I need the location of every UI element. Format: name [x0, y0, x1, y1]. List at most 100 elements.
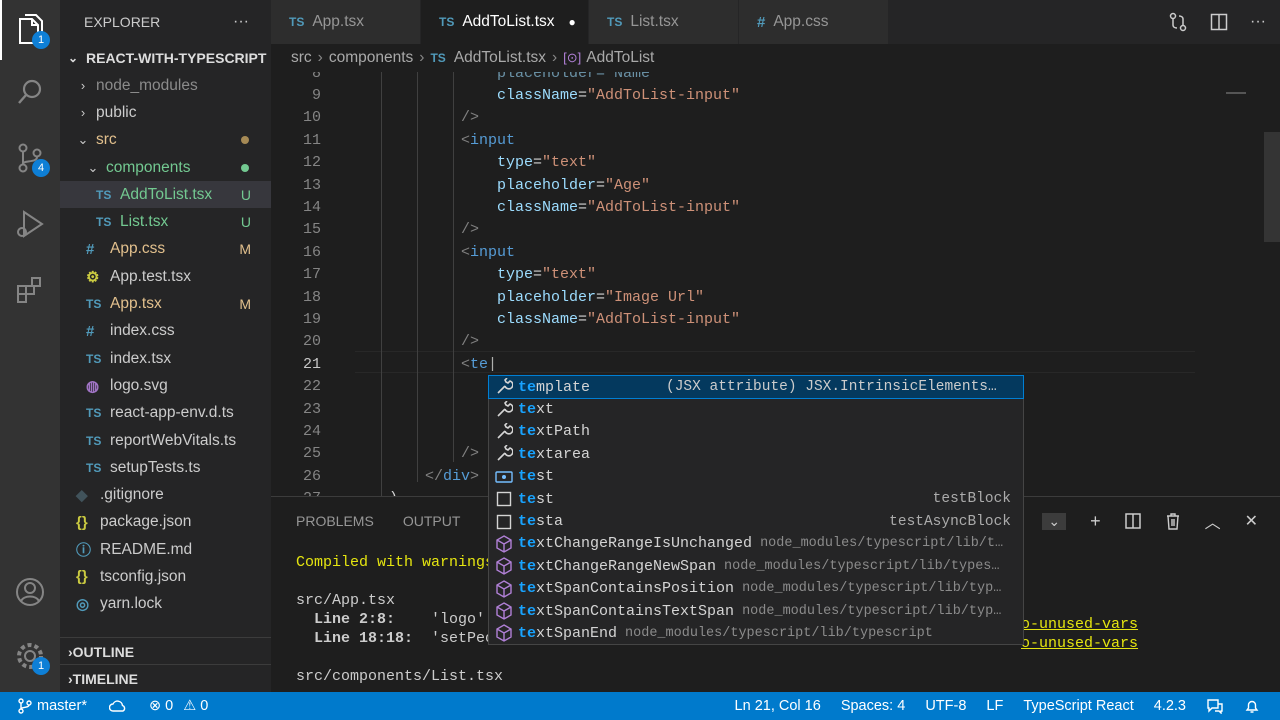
trash-icon[interactable]: [1165, 512, 1181, 530]
terminal-warning-line: Compiled with warnings: [296, 554, 495, 571]
tab-app-tsx[interactable]: TS App.tsx: [271, 0, 421, 44]
split-editor-icon[interactable]: [1210, 13, 1228, 31]
suggestion-item[interactable]: test: [489, 466, 1023, 488]
label-rest: sta: [536, 513, 564, 531]
close-panel-icon[interactable]: ✕: [1245, 511, 1258, 531]
tree-item[interactable]: ◍ logo.svg: [60, 372, 271, 399]
suggestion-item[interactable]: template (JSX attribute) JSX.IntrinsicEle…: [488, 374, 1024, 400]
tree-item[interactable]: ◎ yarn.lock: [60, 591, 271, 618]
explorer-badge: 1: [32, 31, 50, 49]
suggestion-item[interactable]: text: [489, 398, 1023, 420]
indentation[interactable]: Spaces: 4: [841, 698, 906, 714]
more-actions-icon[interactable]: ···: [233, 13, 249, 31]
split-terminal-icon[interactable]: [1124, 513, 1141, 529]
search-activity[interactable]: [0, 62, 60, 122]
tree-item[interactable]: # index.css: [60, 318, 271, 345]
property-wrench-icon: [493, 422, 515, 442]
breadcrumb-file[interactable]: AddToList.tsx: [454, 49, 546, 67]
sync-cloud-icon[interactable]: [108, 699, 127, 713]
terminal-dropdown-icon[interactable]: ⌄: [1042, 512, 1067, 530]
tree-item[interactable]: TS index.tsx: [60, 345, 271, 372]
terminal-msg: 'logo': [395, 611, 486, 628]
property-wrench-icon: [493, 400, 515, 420]
suggest-widget: template (JSX attribute) JSX.IntrinsicEle…: [488, 374, 1024, 645]
tree-item[interactable]: ⌄ src: [60, 127, 271, 154]
tree-item[interactable]: TS setupTests.ts: [60, 454, 271, 481]
tree-item[interactable]: › public: [60, 99, 271, 126]
tab-addtolist-tsx[interactable]: TS AddToList.tsx ●: [421, 0, 589, 44]
code-token: "Age": [605, 176, 651, 194]
match-highlight: te: [518, 535, 537, 553]
tree-item-label: components: [106, 158, 191, 176]
run-debug-icon: [17, 210, 44, 238]
suggestion-item[interactable]: textSpanEnd node_modules/typescript/lib/t…: [489, 622, 1023, 644]
suggestion-item[interactable]: testa testAsyncBlock: [489, 510, 1023, 532]
new-terminal-icon[interactable]: +: [1090, 511, 1101, 532]
encoding[interactable]: UTF-8: [925, 698, 966, 714]
account-icon: [16, 578, 44, 606]
suggestion-item[interactable]: textPath: [489, 421, 1023, 443]
tree-item[interactable]: ⌄ components: [60, 154, 271, 181]
editor-scrollbar[interactable]: [1264, 132, 1280, 242]
tab-problems[interactable]: PROBLEMS: [296, 513, 374, 529]
line-number: 11: [302, 131, 321, 149]
tree-item[interactable]: TS AddToList.tsx U: [60, 181, 271, 209]
ts-version[interactable]: 4.2.3: [1154, 698, 1186, 714]
extensions-activity[interactable]: [0, 260, 60, 320]
feedback-icon[interactable]: [1206, 698, 1224, 714]
suggestion-item[interactable]: textarea: [489, 443, 1023, 465]
end-of-line[interactable]: LF: [986, 698, 1003, 714]
language-mode[interactable]: TypeScript React: [1023, 698, 1133, 714]
breadcrumb-src[interactable]: src: [291, 49, 312, 67]
suggestion-detail: node_modules/typescript/lib/typ…: [742, 581, 1002, 597]
tree-item[interactable]: ◆ .gitignore: [60, 481, 271, 508]
tree-item[interactable]: TS List.tsx U: [60, 208, 271, 235]
source-control-activity[interactable]: 4: [0, 128, 60, 188]
tree-item[interactable]: TS reportWebVitals.ts: [60, 427, 271, 454]
compare-changes-icon[interactable]: [1168, 12, 1188, 32]
suggestion-item[interactable]: test testBlock: [489, 488, 1023, 510]
tree-item[interactable]: # App.css M: [60, 236, 271, 263]
outline-section[interactable]: › OUTLINE: [60, 637, 271, 665]
run-debug-activity[interactable]: [0, 194, 60, 254]
suggestion-item[interactable]: textSpanContainsTextSpan node_modules/typ…: [489, 600, 1023, 622]
code-token: <: [461, 355, 471, 373]
eslint-rule-link[interactable]: o-unused-vars: [1021, 615, 1138, 634]
terminal-output[interactable]: Compiled with warnings src/App.tsx Line …: [296, 553, 503, 686]
tree-item[interactable]: {} package.json: [60, 509, 271, 536]
code-token: =: [596, 288, 606, 306]
chevron-down-icon: ⌄: [68, 51, 79, 65]
accounts-activity[interactable]: [0, 562, 60, 622]
suggestion-item[interactable]: textSpanContainsPosition node_modules/typ…: [489, 578, 1023, 600]
line-number: 22: [302, 378, 321, 396]
explorer-activity[interactable]: 1: [0, 0, 60, 60]
suggestion-item[interactable]: textChangeRangeIsUnchanged node_modules/t…: [489, 533, 1023, 555]
tree-item[interactable]: ⓘ README.md: [60, 536, 271, 563]
suggestion-item[interactable]: textChangeRangeNewSpan node_modules/types…: [489, 555, 1023, 577]
editor-more-icon[interactable]: ···: [1250, 13, 1266, 31]
tab-app-css[interactable]: # App.css: [739, 0, 889, 44]
tree-item[interactable]: TS App.tsx M: [60, 290, 271, 317]
cursor-position[interactable]: Ln 21, Col 16: [735, 698, 821, 714]
tree-item[interactable]: ⚙ App.test.tsx: [60, 263, 271, 290]
manage-activity[interactable]: 1: [0, 626, 60, 686]
problems-indicator[interactable]: ⊗ 0 ⚠ 0: [149, 698, 208, 714]
tree-item[interactable]: TS react-app-env.d.ts: [60, 400, 271, 427]
explorer-title: EXPLORER: [84, 14, 161, 30]
tab-list-tsx[interactable]: TS List.tsx: [589, 0, 739, 44]
tree-item[interactable]: › node_modules: [60, 72, 271, 99]
tree-item[interactable]: {} tsconfig.json: [60, 563, 271, 590]
modified-dot-icon[interactable]: ●: [569, 15, 576, 29]
notifications-bell-icon[interactable]: [1244, 698, 1260, 714]
breadcrumb-components[interactable]: components: [329, 49, 413, 67]
code-line: 14 className="AddToList-input": [271, 196, 1261, 218]
eslint-rule-link[interactable]: o-unused-vars: [1021, 634, 1138, 653]
maximize-panel-icon[interactable]: ︿: [1205, 509, 1221, 533]
breadcrumb-symbol[interactable]: AddToList: [586, 49, 654, 67]
timeline-section[interactable]: › TIMELINE: [60, 664, 271, 692]
project-folder[interactable]: ⌄ REACT-WITH-TYPESCRIPT: [60, 44, 271, 72]
tab-output[interactable]: OUTPUT: [403, 513, 461, 529]
typescript-icon: TS: [96, 215, 112, 230]
branch-indicator[interactable]: master*: [18, 698, 87, 714]
typescript-icon: TS: [86, 406, 102, 421]
